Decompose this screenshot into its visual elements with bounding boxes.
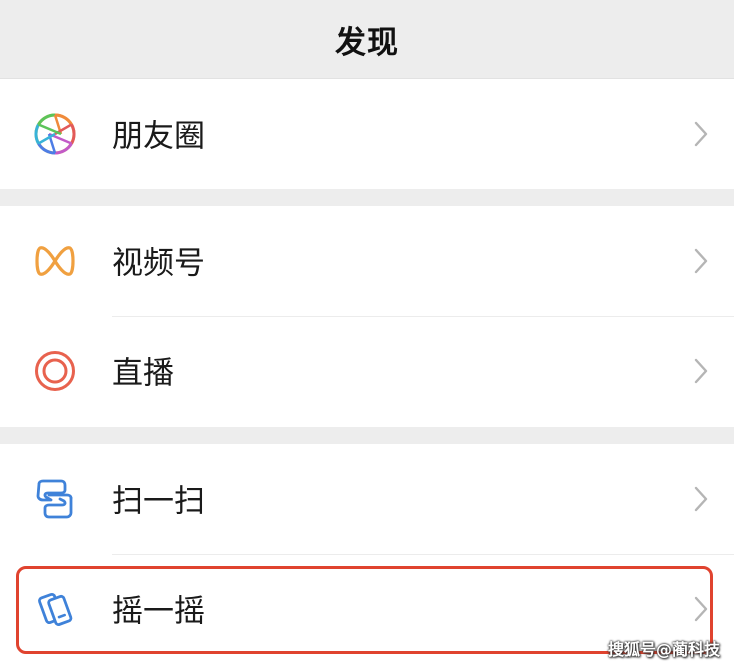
scan-icon bbox=[34, 478, 76, 520]
group-tools: 扫一扫 摇一摇 bbox=[0, 444, 734, 666]
list-item-scan[interactable]: 扫一扫 bbox=[0, 444, 734, 554]
chevron-right-icon bbox=[694, 486, 708, 512]
chevron-right-icon bbox=[694, 358, 708, 384]
list-item-label: 直播 bbox=[112, 355, 174, 392]
list-item-label: 扫一扫 bbox=[112, 483, 205, 520]
list-item-channels[interactable]: 视频号 bbox=[0, 206, 734, 316]
chevron-right-icon bbox=[694, 248, 708, 274]
list-item-moments[interactable]: 朋友圈 bbox=[0, 79, 734, 189]
live-icon bbox=[34, 350, 76, 392]
watermark: 搜狐号@蔺科技 bbox=[607, 640, 720, 659]
list-item-live[interactable]: 直播 bbox=[0, 316, 734, 426]
page-title: 发现 bbox=[335, 24, 399, 61]
list-item-label: 摇一摇 bbox=[112, 593, 205, 630]
list-item-label: 朋友圈 bbox=[112, 118, 205, 155]
group-moments: 朋友圈 bbox=[0, 79, 734, 189]
chevron-right-icon bbox=[694, 121, 708, 147]
channels-icon bbox=[34, 240, 76, 282]
moments-icon bbox=[34, 113, 76, 155]
list-item-label: 视频号 bbox=[112, 245, 205, 282]
top-bar: 发现 bbox=[0, 0, 734, 79]
group-channels: 视频号 直播 bbox=[0, 206, 734, 427]
shake-icon bbox=[34, 588, 76, 630]
chevron-right-icon bbox=[694, 596, 708, 622]
